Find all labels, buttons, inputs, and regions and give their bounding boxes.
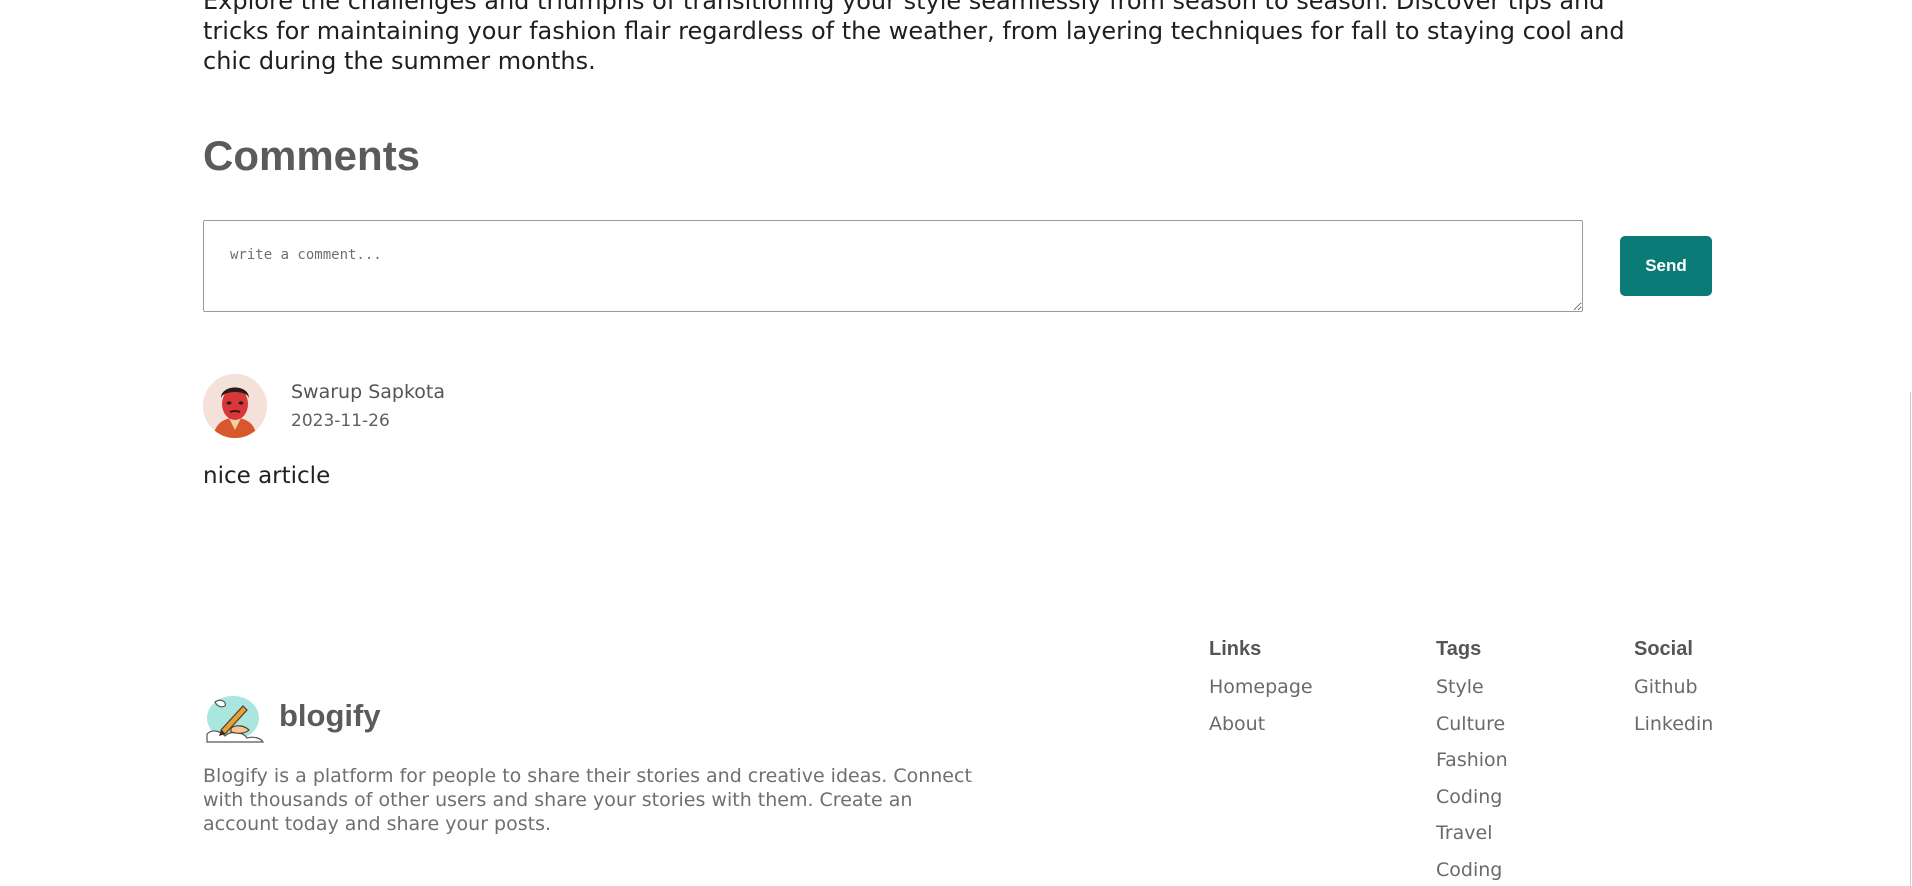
footer-tags-column: Tags Style Culture Fashion Coding Travel… bbox=[1436, 638, 1508, 886]
footer-link-linkedin[interactable]: Linkedin bbox=[1634, 711, 1713, 748]
footer-column-title: Tags bbox=[1436, 638, 1482, 660]
footer-link-github[interactable]: Github bbox=[1634, 674, 1713, 711]
comments-heading: Comments bbox=[203, 132, 421, 179]
footer-link-homepage[interactable]: Homepage bbox=[1209, 674, 1313, 711]
article-body-text: Explore the challenges and triumphs of t… bbox=[203, 0, 1625, 75]
footer-tag-travel[interactable]: Travel bbox=[1436, 820, 1508, 857]
footer-links-column: Links Homepage About bbox=[1209, 638, 1313, 747]
footer-link-about[interactable]: About bbox=[1209, 711, 1313, 748]
footer-tag-coding[interactable]: Coding bbox=[1436, 784, 1508, 821]
footer-tag-coding[interactable]: Coding bbox=[1436, 857, 1508, 886]
footer-description: Blogify is a platform for people to shar… bbox=[203, 765, 972, 835]
scrollbar-edge[interactable] bbox=[1910, 392, 1911, 886]
avatar bbox=[203, 374, 267, 438]
footer-column-title: Links bbox=[1209, 638, 1262, 660]
footer-social-column: Social Github Linkedin bbox=[1634, 638, 1713, 747]
brand-name: blogify bbox=[279, 698, 381, 733]
comment-author-name: Swarup Sapkota bbox=[291, 381, 446, 403]
send-button[interactable]: Send bbox=[1620, 236, 1712, 296]
comment-text: nice article bbox=[203, 463, 331, 489]
comment-date: 2023-11-26 bbox=[291, 411, 390, 431]
footer-tag-culture[interactable]: Culture bbox=[1436, 711, 1508, 748]
footer-tag-style[interactable]: Style bbox=[1436, 674, 1508, 711]
blogify-logo-icon bbox=[206, 696, 264, 743]
comment-input[interactable] bbox=[203, 220, 1583, 312]
footer-tag-fashion[interactable]: Fashion bbox=[1436, 747, 1508, 784]
footer-column-title: Social bbox=[1634, 638, 1693, 660]
